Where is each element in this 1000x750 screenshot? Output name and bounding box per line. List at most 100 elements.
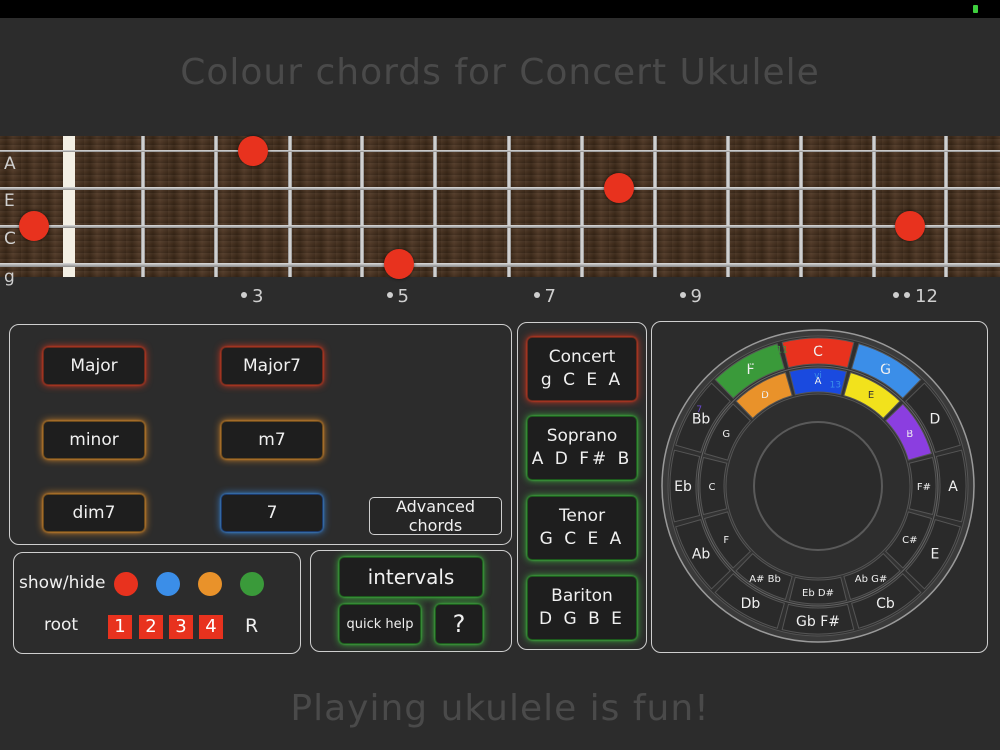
circle-of-fifths-wheel[interactable]: CGDAECbGb F#DbAbEbBbFAEBF#C#Ab G#Eb D#A#… xyxy=(659,327,977,645)
fret-dot xyxy=(679,292,686,298)
inner-note-label: C# xyxy=(902,535,917,546)
footer-text: Playing ukulele is fun! xyxy=(290,688,710,729)
inner-note-label: E xyxy=(868,390,874,401)
outer-note-label: E xyxy=(930,547,939,563)
degree-label: V xyxy=(884,359,891,369)
major-button[interactable]: Major xyxy=(43,347,145,385)
string-label-g: g xyxy=(4,267,15,287)
tuning-name: Bariton xyxy=(551,586,613,607)
string-g xyxy=(0,263,1000,267)
toggle-red-circle[interactable] xyxy=(114,572,138,596)
tuning-notes: G C E A xyxy=(539,529,625,549)
degree-label: IV xyxy=(745,359,755,369)
string-label-E: E xyxy=(4,191,15,211)
inner-note-label: G xyxy=(722,429,730,440)
tuning-name: Soprano xyxy=(546,426,618,447)
fret-dot xyxy=(241,292,247,298)
root-label: root xyxy=(44,615,79,635)
fret-wire xyxy=(141,136,145,277)
string-A xyxy=(0,150,1000,152)
outer-note-label: Ab xyxy=(692,547,711,563)
minor-button[interactable]: minor xyxy=(43,421,145,459)
fret-number: 3 xyxy=(252,286,264,307)
root-2-button[interactable]: 2 xyxy=(139,615,163,639)
tuning-soprano-button[interactable]: Soprano A D F# B xyxy=(527,416,637,480)
fret-marker-12: 12 xyxy=(893,286,938,307)
toggle-blue-circle[interactable] xyxy=(156,572,180,596)
fret-wire xyxy=(580,136,584,277)
quick-help-button[interactable]: quick help xyxy=(339,604,421,644)
degree-label: vi xyxy=(814,371,822,381)
page-title: Colour chords for Concert Ukulele xyxy=(180,52,820,93)
root-1-button[interactable]: 1 xyxy=(108,615,132,639)
fret-wire xyxy=(288,136,292,277)
fret-dot xyxy=(386,292,393,298)
string-C xyxy=(0,225,1000,228)
fret-wire xyxy=(360,136,364,277)
tuning-tenor-button[interactable]: Tenor G C E A xyxy=(527,496,637,560)
outer-note-label: D xyxy=(930,412,941,428)
tuning-notes: g C E A xyxy=(540,370,624,390)
fretboard[interactable]: AECg xyxy=(0,136,1000,287)
inner-note-label: Eb D# xyxy=(802,588,834,599)
seventh-button[interactable]: 7 xyxy=(221,494,323,532)
root-3-button[interactable]: 3 xyxy=(169,615,193,639)
fret-marker-3: 3 xyxy=(241,286,263,307)
showhide-label: show/hide xyxy=(19,573,106,593)
toggle-orange-circle[interactable] xyxy=(198,572,222,596)
degree-label: 11 xyxy=(777,346,788,356)
fret-wire xyxy=(799,136,803,277)
inner-note-label: F xyxy=(723,535,729,546)
fret-marker-5: 5 xyxy=(386,286,409,307)
fret-wire xyxy=(653,136,657,277)
outer-note-label: Eb xyxy=(674,479,692,495)
inner-note-label: F# xyxy=(917,482,931,493)
root-4-button[interactable]: 4 xyxy=(199,615,223,639)
outer-note-label: Db xyxy=(741,596,761,612)
note-marker[interactable] xyxy=(238,136,268,166)
fret-marker-7: 7 xyxy=(533,286,556,307)
tuning-notes: D G B E xyxy=(539,609,625,629)
fret-marker-9: 9 xyxy=(679,286,702,307)
major7-button[interactable]: Major7 xyxy=(221,347,323,385)
fret-dot xyxy=(904,292,910,298)
root-r-button[interactable]: R xyxy=(245,615,258,637)
note-marker[interactable] xyxy=(895,211,925,241)
fret-number: 9 xyxy=(690,286,702,307)
wheel-center-hub[interactable] xyxy=(753,421,883,551)
degree-label: vii xyxy=(906,425,916,435)
degree-label: ii xyxy=(761,385,766,395)
battery-icon xyxy=(973,5,978,13)
dim7-button[interactable]: dim7 xyxy=(43,494,145,532)
fret-number: 7 xyxy=(544,286,556,307)
fret-wire xyxy=(726,136,730,277)
tuning-name: Tenor xyxy=(558,506,606,527)
string-E xyxy=(0,187,1000,190)
degree-label: 7 xyxy=(696,405,702,415)
help-question-button[interactable]: ? xyxy=(435,604,483,644)
intervals-button[interactable]: intervals xyxy=(339,557,483,597)
fret-wire xyxy=(214,136,218,277)
note-marker[interactable] xyxy=(603,173,634,203)
inner-note-label: A# Bb xyxy=(749,574,781,585)
fret-number: 12 xyxy=(915,286,938,307)
outer-note-label: A xyxy=(948,479,958,495)
note-marker[interactable] xyxy=(383,249,414,279)
nut xyxy=(63,136,75,277)
inner-note-label: Ab G# xyxy=(855,574,888,585)
degree-label: 13 xyxy=(830,381,841,391)
fret-dot xyxy=(533,292,540,298)
fret-number: 5 xyxy=(397,286,409,307)
tuning-name: Concert xyxy=(548,347,616,368)
tuning-notes: A D F# B xyxy=(531,449,633,469)
m7-button[interactable]: m7 xyxy=(221,421,323,459)
tuning-concert-button[interactable]: Concert g C E A xyxy=(527,337,637,401)
fret-wire xyxy=(944,136,948,277)
status-bar xyxy=(0,0,1000,18)
degree-label: 9 xyxy=(780,381,786,391)
fret-wire xyxy=(433,136,437,277)
toggle-green-circle[interactable] xyxy=(240,572,264,596)
note-marker[interactable] xyxy=(19,211,49,241)
tuning-bariton-button[interactable]: Bariton D G B E xyxy=(527,576,637,640)
advanced-chords-button[interactable]: Advanced chords xyxy=(369,497,502,535)
